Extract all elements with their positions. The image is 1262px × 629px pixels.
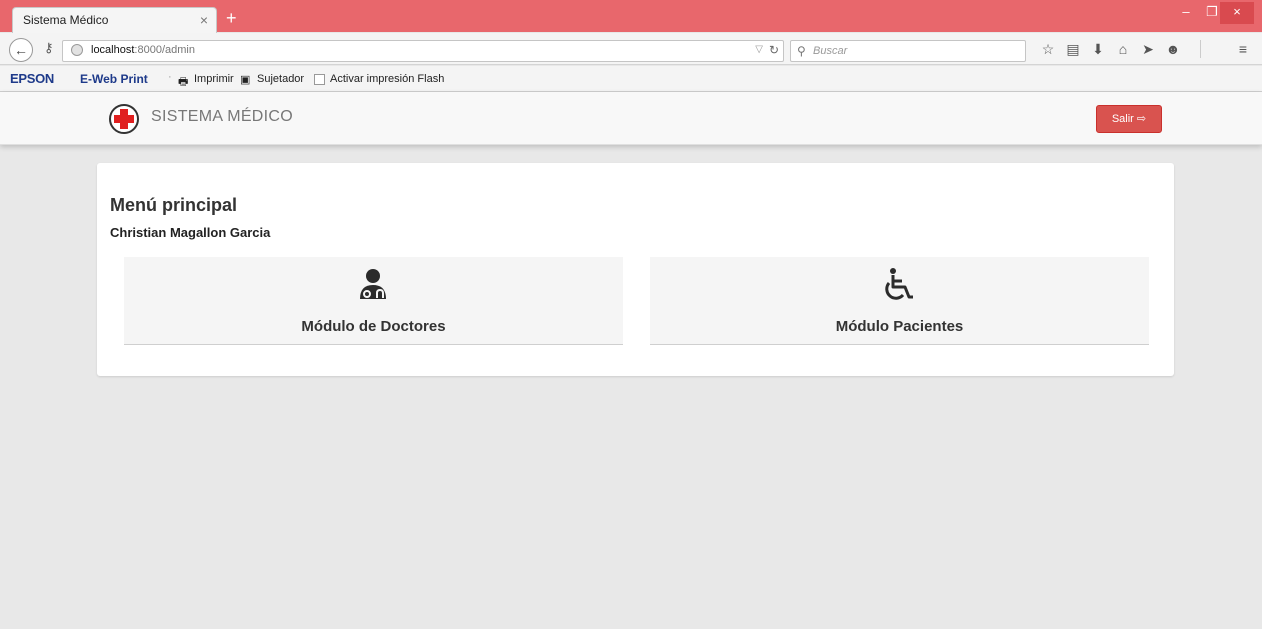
main-menu-card: Menú principal Christian Magallon Garcia… — [97, 163, 1174, 376]
back-arrow-icon[interactable]: ← — [9, 38, 33, 62]
reading-list-icon[interactable]: ▤ — [1064, 41, 1082, 58]
reload-icon[interactable]: ↻ — [769, 43, 779, 57]
epson-logo: EPSON — [10, 71, 55, 86]
chat-icon[interactable]: ☻ — [1164, 41, 1182, 57]
home-icon[interactable]: ⌂ — [1114, 41, 1132, 57]
download-icon[interactable]: ⬇ — [1089, 41, 1107, 58]
search-input[interactable]: ⚲ Buscar — [790, 40, 1026, 62]
send-icon[interactable]: ➤ — [1139, 41, 1157, 58]
patients-module-label: Módulo Pacientes — [835, 318, 964, 335]
page-title: Menú principal — [110, 195, 238, 215]
browser-tab[interactable]: Sistema Médico × — [12, 7, 217, 33]
globe-icon — [71, 44, 83, 56]
toolbar-divider — [1200, 40, 1201, 58]
cross-horizontal — [114, 115, 134, 123]
sujetador-button[interactable]: Sujetador — [257, 73, 304, 85]
url-path: :8000/admin — [134, 44, 195, 56]
ewebprint-menu[interactable]: E-Web Print — [80, 72, 148, 86]
key-icon[interactable]: ⚷ — [44, 40, 54, 56]
tab-title: Sistema Médico — [23, 13, 109, 27]
printer-icon: 🖶 — [178, 76, 189, 88]
flash-label: Activar impresión Flash — [330, 73, 445, 85]
logout-label: Salir — [1111, 113, 1134, 125]
url-dropdown-icon[interactable]: ▽ — [755, 44, 763, 55]
search-icon: ⚲ — [797, 44, 806, 58]
url-host: localhost — [91, 44, 135, 56]
bookmarks-toolbar: EPSON E-Web Print · 🖶 Imprimir ▣ Sujetad… — [0, 66, 1262, 92]
ewebprint-dropdown-icon[interactable]: · — [168, 71, 172, 83]
medical-cross-logo — [109, 104, 139, 134]
brand-title[interactable]: SISTEMA MÉDICO — [151, 108, 293, 126]
browser-titlebar: Sistema Médico × + – ❐ × — [0, 0, 1262, 33]
doctors-module-label: Módulo de Doctores — [301, 318, 446, 335]
flash-checkbox[interactable] — [314, 74, 325, 85]
patients-module-button[interactable]: Módulo Pacientes — [650, 257, 1149, 345]
logout-button[interactable]: Salir ⇨ — [1096, 105, 1162, 133]
wheelchair-icon — [885, 268, 913, 300]
search-placeholder: Buscar — [813, 45, 848, 57]
sign-out-icon: ⇨ — [1136, 113, 1147, 125]
new-tab-button[interactable]: + — [226, 8, 237, 29]
doctor-icon — [360, 269, 386, 299]
app-header: SISTEMA MÉDICO Salir ⇨ — [0, 92, 1262, 145]
browser-navbar: ← ⚷ localhost:8000/admin ▽ ↻ ⚲ Buscar ☆ … — [0, 33, 1262, 65]
doctors-module-button[interactable]: Módulo de Doctores — [124, 257, 623, 345]
tab-close-icon[interactable]: × — [200, 12, 208, 28]
window-close-icon[interactable]: × — [1220, 2, 1254, 24]
url-bar[interactable]: localhost:8000/admin ▽ ↻ — [62, 40, 784, 62]
user-name: Christian Magallon Garcia — [110, 225, 271, 240]
bookmark-star-icon[interactable]: ☆ — [1039, 41, 1057, 58]
menu-icon[interactable]: ≡ — [1234, 41, 1252, 57]
print-button[interactable]: Imprimir — [194, 73, 234, 85]
clip-icon: ▣ — [240, 74, 251, 86]
